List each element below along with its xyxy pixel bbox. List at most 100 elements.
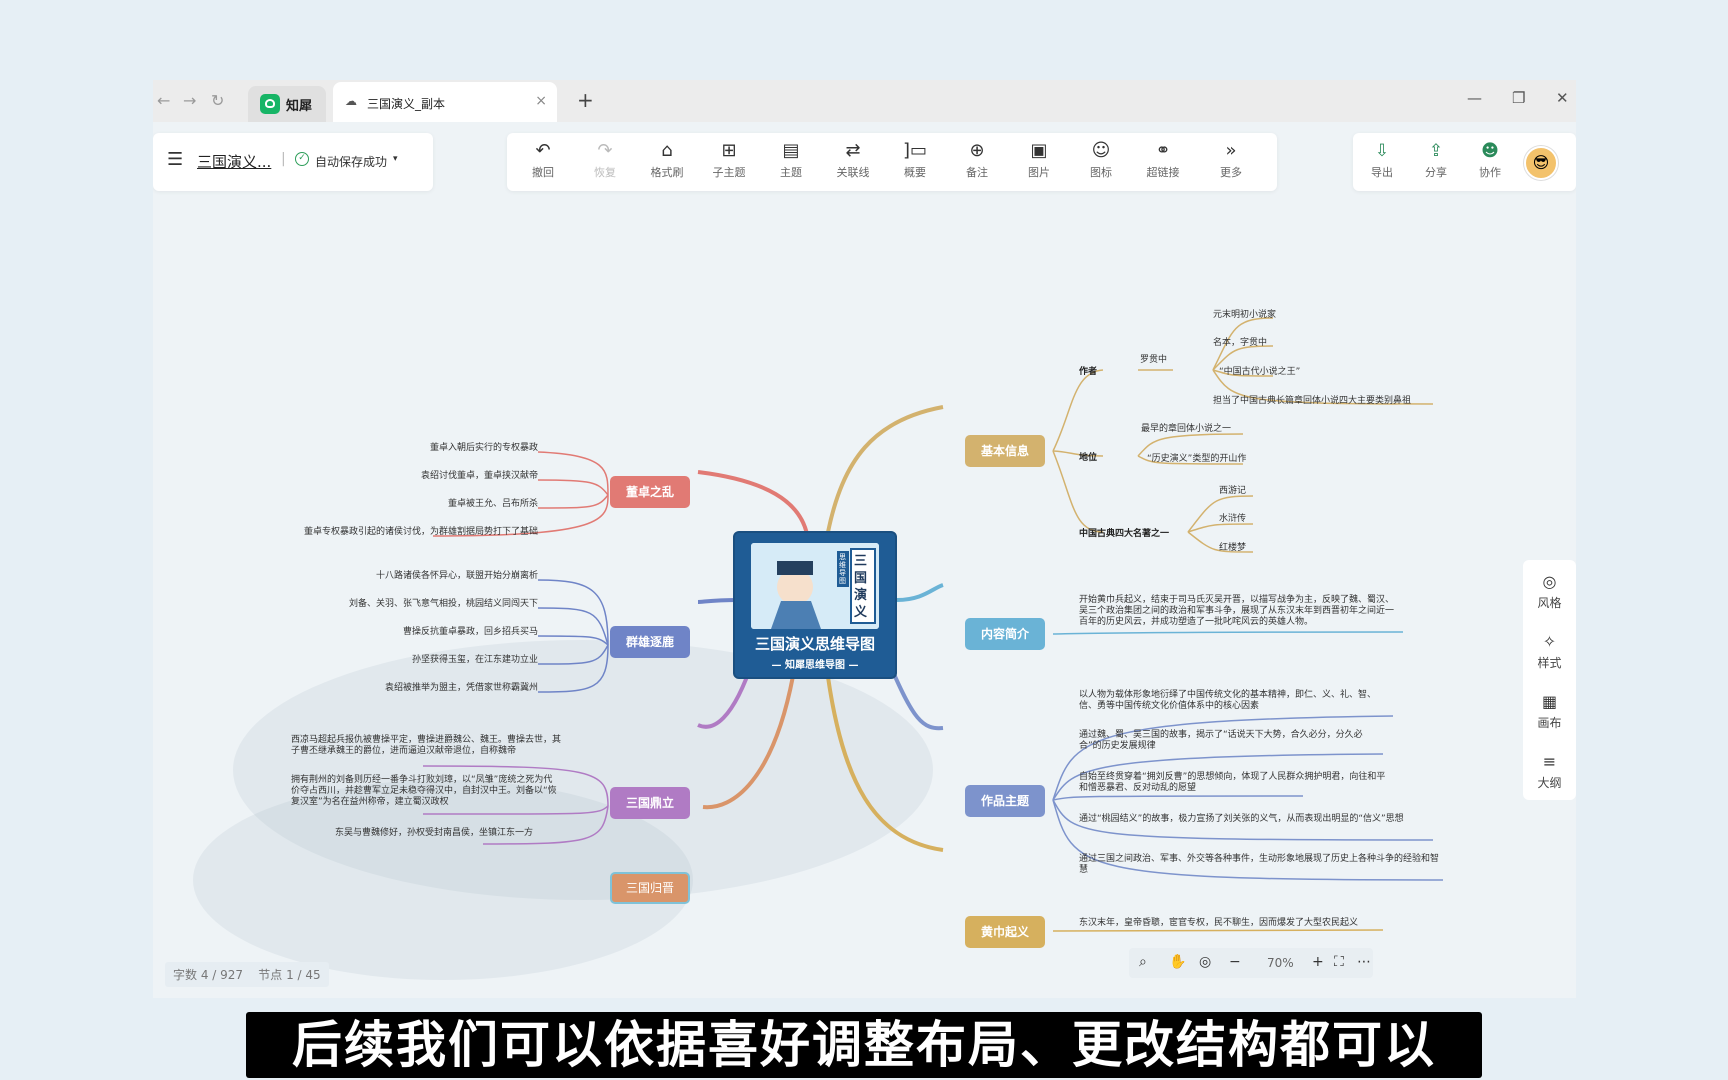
branch-intro[interactable]: 内容简介: [965, 618, 1045, 650]
share-button[interactable]: ⇪ 分享: [1411, 133, 1461, 189]
intro-text[interactable]: 开始黄巾兵起义，结束于司马氏灭吴开晋，以描写战争为主，反映了魏、蜀汉、吴三个政治…: [1079, 595, 1399, 628]
list-item[interactable]: 自始至终贯穿着“拥刘反曹”的思想倾向，体现了人民群众拥护明君，向往和平和憎恶暴君…: [1079, 772, 1389, 794]
download-icon: ⇩: [1374, 141, 1390, 161]
outline-button[interactable]: ≡ 大纲: [1523, 752, 1576, 791]
list-item[interactable]: 红楼梦: [1219, 543, 1246, 554]
author-name[interactable]: 罗贯中: [1140, 355, 1167, 366]
central-subtitle: — 知犀思维导图 —: [771, 660, 859, 671]
more-button[interactable]: » 更多: [1203, 133, 1259, 189]
list-item[interactable]: 最早的章回体小说之一: [1141, 424, 1231, 435]
note-button[interactable]: ⊕ 备注: [949, 133, 1005, 189]
author-label[interactable]: 作者: [1079, 364, 1097, 377]
search-icon[interactable]: ⌕: [1139, 954, 1147, 970]
canvas-button[interactable]: ▦ 画布: [1523, 692, 1576, 731]
separator: |: [281, 151, 286, 167]
subtopic-button[interactable]: ⊞ 子主题: [701, 133, 757, 189]
status-bar: 字数 4 / 927 节点 1 / 45: [165, 962, 329, 987]
locate-icon[interactable]: ◎: [1199, 954, 1211, 970]
fit-screen-icon[interactable]: ⛶: [1334, 954, 1344, 970]
layout-icon: ▦: [1541, 692, 1558, 711]
share-icon: ⇪: [1428, 141, 1444, 161]
image-button[interactable]: ▣ 图片: [1011, 133, 1067, 189]
cover-subtitle: 思维导图: [839, 553, 846, 585]
list-icon: ≡: [1542, 752, 1557, 771]
branch-basic-info[interactable]: 基本信息: [965, 435, 1045, 467]
icon-button[interactable]: ☺ 图标: [1073, 133, 1129, 189]
summary-button[interactable]: ]▭ 概要: [887, 133, 943, 189]
menu-icon[interactable]: ☰: [167, 149, 183, 170]
redo-button[interactable]: ↷ 恢复: [577, 133, 633, 189]
list-item[interactable]: 曹操反抗董卓暴政，回乡招兵买马: [353, 627, 538, 638]
relation-line-button[interactable]: ⇄ 关联线: [825, 133, 881, 189]
zoom-level[interactable]: 70%: [1267, 956, 1294, 970]
central-topic[interactable]: 三国演义 思维导图 三国演义思维导图 — 知犀思维导图 —: [733, 531, 897, 679]
node-style-button[interactable]: ✧ 样式: [1523, 632, 1576, 671]
sparkle-icon: ✧: [1542, 632, 1557, 651]
list-item[interactable]: 袁绍讨伐董卓，董卓挟汉献帝: [393, 471, 538, 482]
central-title: 三国演义思维导图: [754, 635, 875, 653]
style-theme-button[interactable]: ◎ 风格: [1523, 572, 1576, 611]
document-header: ☰ 三国演义... | ✓ 自动保存成功 ▾: [153, 133, 433, 191]
undo-icon: ↶: [535, 140, 551, 161]
branch-yellow-turban[interactable]: 黄巾起义: [965, 916, 1045, 948]
word-count: 字数 4 / 927: [173, 968, 244, 982]
hand-icon[interactable]: ✋: [1169, 954, 1186, 970]
list-item[interactable]: 通过三国之间政治、军事、外交等各种事件，生动形象地展现了历史上各种斗争的经验和智…: [1079, 854, 1439, 876]
list-item[interactable]: 拥有荆州的刘备则历经一番争斗打败刘璋，以“凤雏”庞统之死为代价夺占西川，并趁曹军…: [291, 775, 561, 808]
list-item[interactable]: 西游记: [1219, 486, 1246, 497]
save-status[interactable]: 自动保存成功: [315, 153, 387, 170]
export-button[interactable]: ⇩ 导出: [1357, 133, 1407, 189]
list-item[interactable]: 东吴与曹魏修好，孙权受封南昌侯，坐镇江东一方: [333, 828, 533, 839]
zoom-out-button[interactable]: −: [1229, 954, 1241, 970]
list-item[interactable]: 以人物为载体形象地衍绎了中国传统文化的基本精神，即仁、义、礼、智、信、勇等中国传…: [1079, 690, 1389, 712]
list-item[interactable]: 担当了中国古典长篇章回体小说四大主要类别鼻祖: [1213, 396, 1411, 407]
list-item[interactable]: 通过魏、蜀、吴三国的故事，揭示了“话说天下大势，合久必分，分久必合”的历史发展规…: [1079, 730, 1379, 752]
save-success-icon: ✓: [295, 152, 309, 166]
main-toolbar: ↶ 撤回 ↷ 恢复 ⌂ 格式刷 ⊞ 子主题 ▤ 主题 ⇄ 关联线 ]▭ 概要 ⊕ 备注 ▣ 图片 …: [507, 133, 1277, 191]
topic-icon: ▤: [782, 140, 800, 161]
topic-button[interactable]: ▤ 主题: [763, 133, 819, 189]
branch-dongzhuo[interactable]: 董卓之乱: [610, 476, 690, 508]
format-painter-button[interactable]: ⌂ 格式刷: [639, 133, 695, 189]
branch-sanguo-guijin[interactable]: 三国归晋: [610, 872, 690, 904]
subtopic-icon: ⊞: [721, 140, 737, 161]
format-painter-icon: ⌂: [661, 140, 673, 161]
chevron-down-icon[interactable]: ▾: [393, 154, 398, 164]
image-icon: ▣: [1030, 140, 1048, 161]
list-item[interactable]: 刘备、关羽、张飞意气相投，桃园结义同闯天下: [303, 599, 538, 610]
double-chevron-right-icon: »: [1225, 140, 1237, 161]
classics-label[interactable]: 中国古典四大名著之一: [1079, 526, 1169, 539]
branch-themes[interactable]: 作品主题: [965, 785, 1045, 817]
list-item[interactable]: 董卓入朝后实行的专权暴政: [423, 443, 538, 454]
list-item[interactable]: “历史演义”类型的开山作: [1147, 454, 1246, 465]
yellow-turban-text[interactable]: 东汉末年，皇帝昏聩，宦官专权，民不聊生，因而爆发了大型农民起义: [1079, 918, 1358, 929]
branch-qunxiong[interactable]: 群雄逐鹿: [610, 626, 690, 658]
collaborate-button[interactable]: ☻ 协作: [1465, 133, 1515, 189]
list-item[interactable]: 袁绍被推举为盟主，凭借家世称霸冀州: [333, 683, 538, 694]
undo-button[interactable]: ↶ 撤回: [515, 133, 571, 189]
list-item[interactable]: 水浒传: [1219, 514, 1246, 525]
list-item[interactable]: 董卓专权暴政引起的诸侯讨伐，为群雄割据局势打下了基础: [273, 527, 538, 538]
list-item[interactable]: 西凉马超起兵报仇被曹操平定，曹操进爵魏公、魏王。曹操去世，其子曹丕继承魏王的爵位…: [291, 735, 561, 757]
list-item[interactable]: 孙坚获得玉玺，在江东建功立业: [353, 655, 538, 666]
side-panel: ◎ 风格 ✧ 样式 ▦ 画布 ≡ 大纲: [1523, 560, 1576, 800]
list-item[interactable]: 十八路诸侯各怀异心，联盟开始分崩离析: [333, 571, 538, 582]
hyperlink-button[interactable]: ⚭ 超链接: [1135, 133, 1191, 189]
redo-icon: ↷: [597, 140, 613, 161]
document-title[interactable]: 三国演义...: [197, 151, 271, 172]
app-window: ← → ↻ 知犀 ☁ 三国演义_副本 × + — ❐ ✕ ☰ 三国演义... |…: [153, 80, 1576, 998]
status-label[interactable]: 地位: [1079, 450, 1097, 463]
video-caption: 后续我们可以依据喜好调整布局、更改结构都可以: [246, 1012, 1482, 1078]
list-item[interactable]: 董卓被王允、吕布所杀: [423, 499, 538, 510]
list-item[interactable]: 名本，字贯中: [1213, 338, 1267, 349]
more-icon[interactable]: ⋯: [1357, 954, 1371, 970]
list-item[interactable]: “中国古代小说之王”: [1219, 367, 1300, 378]
node-count: 节点 1 / 45: [258, 968, 321, 982]
list-item[interactable]: 元末明初小说家: [1213, 310, 1276, 321]
link-icon: ⚭: [1155, 140, 1171, 161]
summary-icon: ]▭: [902, 140, 928, 161]
list-item[interactable]: 通过“桃园结义”的故事，极力宣扬了刘关张的义气，从而表现出明显的“信义”思想: [1079, 814, 1429, 825]
branch-sanguo-dingli[interactable]: 三国鼎立: [610, 787, 690, 819]
zoom-in-button[interactable]: +: [1312, 954, 1324, 970]
avatar[interactable]: 😎: [1524, 146, 1558, 180]
